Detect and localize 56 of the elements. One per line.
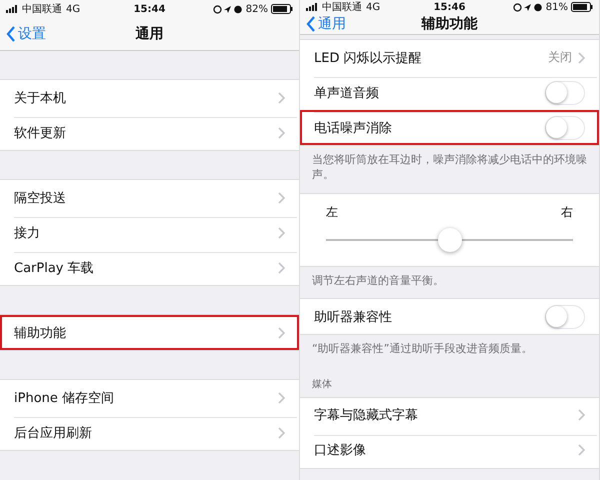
settings-row[interactable]: iPhone 储存空间 <box>0 380 299 415</box>
chevron-icon <box>578 444 585 456</box>
settings-row[interactable]: CarPlay 车载 <box>0 250 299 285</box>
nav-title: 辅助功能 <box>422 15 478 33</box>
chevron-icon <box>278 126 285 138</box>
chevron-icon <box>278 426 285 438</box>
battery-percent: 82% <box>246 4 268 14</box>
slider-label: 左 <box>326 204 338 221</box>
battery-icon <box>571 2 594 12</box>
back-button[interactable]: 通用 <box>300 14 352 34</box>
chevron-icon <box>278 326 285 338</box>
settings-row[interactable]: 助听器兼容性 <box>300 299 599 334</box>
network-type: 4G <box>366 2 380 12</box>
section-footer: “助听器兼容性”通过助听手段改进音频质量。 <box>300 335 599 367</box>
slider-label: 右 <box>561 204 573 221</box>
settings-row[interactable]: 隔空投送 <box>0 180 299 215</box>
chevron-icon <box>278 226 285 238</box>
settings-row[interactable]: 接力 <box>0 215 299 250</box>
section-footer: 当您将听筒放在耳边时，噪声消除将减少电话中的环境噪声。 <box>300 146 599 193</box>
chevron-icon <box>278 392 285 404</box>
settings-row[interactable]: 字幕与隐藏式字幕 <box>300 398 599 433</box>
chevron-icon <box>278 192 285 204</box>
clock-time: 15:46 <box>434 2 466 12</box>
settings-row[interactable]: 关于本机 <box>0 80 299 115</box>
carrier-name: 中国联通 <box>22 2 62 16</box>
settings-row[interactable]: 后台应用刷新 <box>0 415 299 450</box>
setting-value: 关闭 <box>548 49 572 66</box>
back-chevron-icon <box>6 26 16 42</box>
settings-row[interactable]: LED 闪烁以示提醒 关闭 <box>300 40 599 75</box>
section-footer: 调节左右声道的音量平衡。 <box>300 266 599 298</box>
settings-row[interactable]: 口述影像 <box>300 432 599 468</box>
status-icons <box>212 4 243 14</box>
settings-row[interactable]: 电话噪声消除 <box>300 110 599 145</box>
toggle-switch[interactable] <box>545 116 585 140</box>
signal-icon <box>6 5 18 13</box>
back-chevron-icon <box>306 16 316 32</box>
back-button[interactable]: 设置 <box>0 24 52 44</box>
carrier-name: 中国联通 <box>322 0 362 14</box>
battery-icon <box>271 4 294 14</box>
network-type: 4G <box>66 4 80 14</box>
chevron-icon <box>578 409 585 422</box>
toggle-switch[interactable] <box>545 80 585 104</box>
chevron-icon <box>278 262 285 274</box>
settings-row[interactable]: 单声道音频 <box>300 75 599 110</box>
settings-row[interactable]: 辅助功能 <box>0 315 299 350</box>
slider-thumb[interactable] <box>438 228 462 252</box>
signal-icon <box>306 3 318 11</box>
nav-title: 通用 <box>136 25 164 43</box>
toggle-switch[interactable] <box>545 304 585 329</box>
status-icons <box>512 2 543 12</box>
section-header: 媒体 <box>311 378 333 392</box>
settings-row[interactable]: 软件更新 <box>0 115 299 150</box>
battery-percent: 81% <box>546 2 568 12</box>
clock-time: 15:44 <box>134 4 166 14</box>
chevron-icon <box>278 92 285 104</box>
chevron-icon <box>578 52 585 64</box>
